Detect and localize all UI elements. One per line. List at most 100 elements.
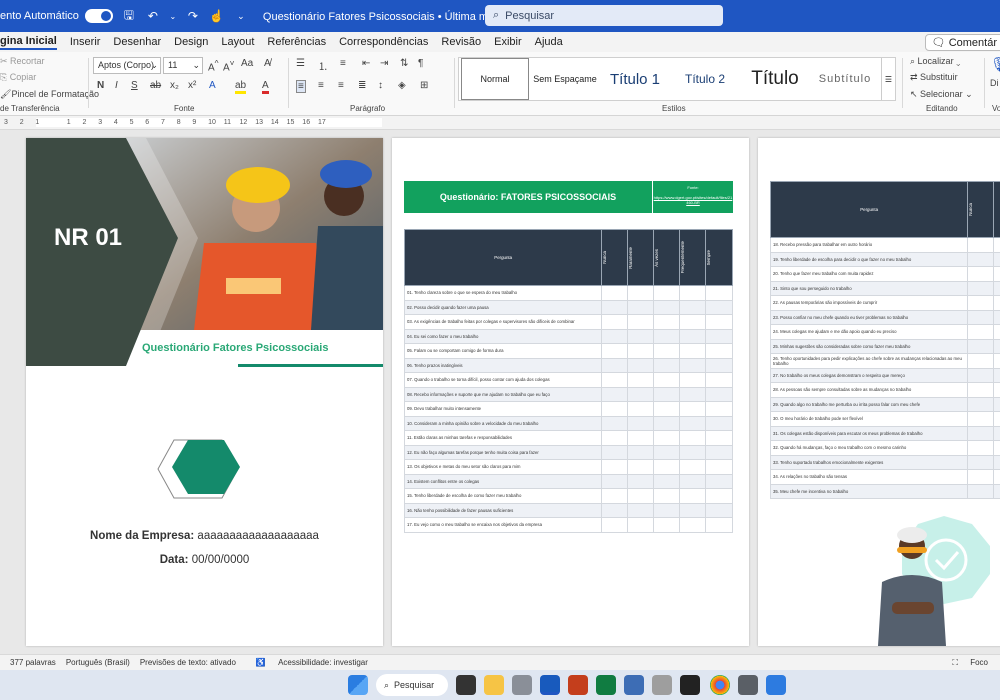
answer-cell[interactable] <box>627 459 655 475</box>
subscript-button[interactable]: x₂ <box>170 80 179 91</box>
shrink-font-button[interactable]: A˅ <box>223 58 235 73</box>
answer-cell[interactable] <box>679 299 707 315</box>
answer-cell[interactable] <box>967 454 995 470</box>
capcut-icon[interactable] <box>680 675 700 695</box>
align-center-icon[interactable]: ≡ <box>318 80 324 91</box>
tab-references[interactable]: Referências <box>267 36 326 48</box>
answer-cell[interactable] <box>653 502 681 518</box>
answer-cell[interactable] <box>993 396 1000 412</box>
style-subtitle[interactable]: Subtítulo <box>811 58 879 100</box>
answer-cell[interactable] <box>993 382 1000 398</box>
page-cover[interactable]: NR 01 Questionário Fatores Psicossociais… <box>26 138 383 646</box>
answer-cell[interactable] <box>601 502 629 518</box>
undo-dropdown-icon[interactable]: ⌄ <box>169 12 177 21</box>
align-right-icon[interactable]: ≡ <box>338 80 344 91</box>
snipping-tool-icon[interactable] <box>652 675 672 695</box>
answer-cell[interactable] <box>705 488 733 504</box>
answer-cell[interactable] <box>705 473 733 489</box>
answer-cell[interactable] <box>705 314 733 330</box>
answer-cell[interactable] <box>679 372 707 388</box>
text-effects-icon[interactable]: A <box>209 80 216 91</box>
answer-cell[interactable] <box>653 328 681 344</box>
multilevel-list-icon[interactable]: ≡ <box>340 58 346 69</box>
answer-cell[interactable] <box>993 425 1000 441</box>
horizontal-ruler[interactable]: 3 2 1 1 2 3 4 5 6 7 8 9 10 11 12 13 14 15 16 17 <box>0 116 1000 130</box>
show-marks-icon[interactable]: ¶ <box>418 58 423 69</box>
word-count[interactable]: 377 palavras <box>10 658 56 667</box>
copy-button[interactable]: ⎘ Copiar <box>0 72 36 83</box>
answer-cell[interactable] <box>601 285 629 301</box>
answer-cell[interactable] <box>601 328 629 344</box>
justify-icon[interactable]: ≣ <box>358 80 366 91</box>
language-status[interactable]: Português (Brasil) <box>66 658 130 667</box>
customize-toolbar-icon[interactable]: ⌄ <box>233 11 249 22</box>
answer-cell[interactable] <box>967 367 995 383</box>
sort-icon[interactable]: ⇅ <box>400 58 408 69</box>
answer-cell[interactable] <box>967 237 995 253</box>
style-title[interactable]: Título <box>741 58 809 100</box>
answer-cell[interactable] <box>705 343 733 359</box>
text-predictions-status[interactable]: Previsões de texto: ativado <box>140 658 236 667</box>
answer-cell[interactable] <box>627 517 655 533</box>
answer-cell[interactable] <box>993 237 1000 253</box>
excel-icon[interactable] <box>596 675 616 695</box>
answer-cell[interactable] <box>967 324 995 340</box>
save-icon[interactable]: 🖫 <box>121 6 137 27</box>
answer-cell[interactable] <box>705 328 733 344</box>
answer-cell[interactable] <box>705 386 733 402</box>
answer-cell[interactable] <box>705 401 733 417</box>
answer-cell[interactable] <box>705 415 733 431</box>
answer-cell[interactable] <box>993 483 1000 499</box>
answer-cell[interactable] <box>601 488 629 504</box>
answer-cell[interactable] <box>653 430 681 446</box>
undo-icon[interactable]: ↶ <box>145 9 161 23</box>
answer-cell[interactable] <box>627 372 655 388</box>
change-case-button[interactable]: Aa <box>241 58 253 69</box>
answer-cell[interactable] <box>653 473 681 489</box>
replace-button[interactable]: ⇄ Substituir <box>910 72 958 83</box>
answer-cell[interactable] <box>705 459 733 475</box>
focus-button[interactable]: ⛶ Foco <box>942 658 988 668</box>
todo-icon[interactable] <box>766 675 786 695</box>
clear-format-icon[interactable]: A̸ <box>264 58 271 69</box>
font-size-select[interactable]: 11 ⌄ <box>163 57 203 74</box>
cut-button[interactable]: ✂ Recortar <box>0 56 45 67</box>
decrease-indent-icon[interactable]: ⇤ <box>362 58 370 69</box>
answer-cell[interactable] <box>967 411 995 427</box>
answer-cell[interactable] <box>653 415 681 431</box>
borders-icon[interactable]: ⊞ <box>420 80 428 91</box>
answer-cell[interactable] <box>967 309 995 325</box>
find-button[interactable]: ⌕ Localizar ⌄ <box>910 56 960 67</box>
answer-cell[interactable] <box>653 372 681 388</box>
task-view-icon[interactable] <box>456 675 476 695</box>
answer-cell[interactable] <box>627 314 655 330</box>
microphone-icon[interactable]: 🎙 <box>990 56 1000 73</box>
word-icon[interactable] <box>540 675 560 695</box>
tab-design[interactable]: Design <box>174 36 208 48</box>
answer-cell[interactable] <box>627 473 655 489</box>
answer-cell[interactable] <box>967 425 995 441</box>
settings-app-icon[interactable] <box>738 675 758 695</box>
answer-cell[interactable] <box>653 343 681 359</box>
answer-cell[interactable] <box>679 314 707 330</box>
answer-cell[interactable] <box>967 382 995 398</box>
answer-cell[interactable] <box>705 357 733 373</box>
answer-cell[interactable] <box>627 343 655 359</box>
answer-cell[interactable] <box>627 357 655 373</box>
answer-cell[interactable] <box>967 266 995 282</box>
answer-cell[interactable] <box>967 469 995 485</box>
style-heading-2[interactable]: Título 2 <box>671 58 739 100</box>
underline-button[interactable]: S <box>131 80 138 91</box>
answer-cell[interactable] <box>967 280 995 296</box>
answer-cell[interactable] <box>653 444 681 460</box>
taskbar-search[interactable]: ⌕ Pesquisar <box>376 674 448 696</box>
file-explorer-icon[interactable] <box>484 675 504 695</box>
search-box[interactable]: ⌕ Pesquisar <box>485 5 723 26</box>
font-color-icon[interactable]: A <box>262 80 269 94</box>
notepad-icon[interactable] <box>624 675 644 695</box>
answer-cell[interactable] <box>679 357 707 373</box>
redo-icon[interactable]: ↷ <box>185 9 201 23</box>
answer-cell[interactable] <box>679 401 707 417</box>
bullets-icon[interactable]: ☰ <box>296 58 305 69</box>
answer-cell[interactable] <box>601 314 629 330</box>
